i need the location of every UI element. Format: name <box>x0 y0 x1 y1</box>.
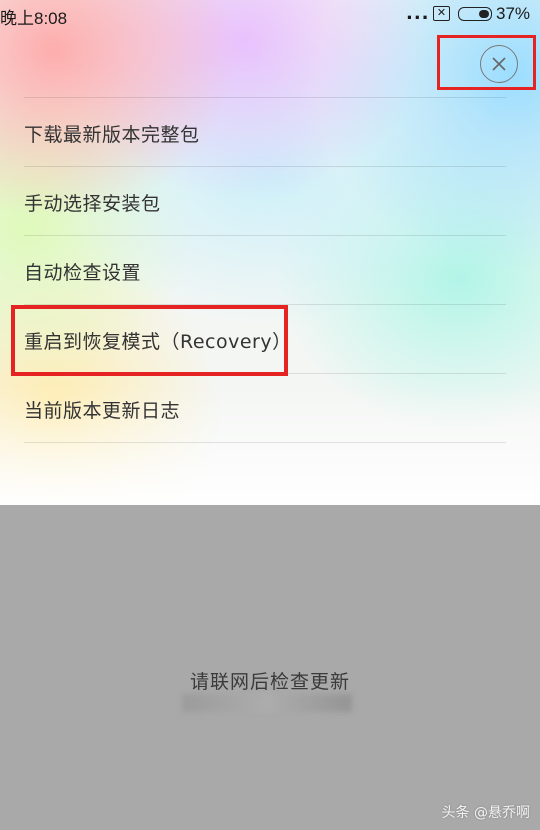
menu-item-label: 手动选择安装包 <box>24 192 161 215</box>
watermark: 头条 @悬乔啊 <box>441 805 530 821</box>
menu-item-label: 下载最新版本完整包 <box>24 123 200 146</box>
menu-item-label: 当前版本更新日志 <box>24 399 181 422</box>
blurred-text <box>182 694 352 712</box>
battery-fill <box>479 10 489 18</box>
highlight-box-recovery <box>11 305 288 376</box>
menu-item-changelog[interactable]: 当前版本更新日志 <box>24 374 506 443</box>
update-options-menu: 下载最新版本完整包 手动选择安装包 自动检查设置 重启到恢复模式（Recover… <box>24 97 506 443</box>
menu-item-label: 自动检查设置 <box>24 261 142 284</box>
menu-item-choose-package[interactable]: 手动选择安装包 <box>24 167 506 236</box>
sim-card-x-icon: ✕ <box>433 6 450 21</box>
battery-icon <box>458 7 492 21</box>
battery-percent: 37% <box>496 4 531 23</box>
highlight-box-close <box>437 35 536 90</box>
menu-item-download-full-package[interactable]: 下载最新版本完整包 <box>24 98 506 167</box>
network-check-message: 请联网后检查更新 <box>189 671 350 693</box>
status-time: 晚上8:08 <box>0 9 68 28</box>
status-bar: 晚上8:08 ... ✕ 37% <box>0 0 540 28</box>
more-dots-icon: ... <box>406 3 430 24</box>
menu-item-auto-check-settings[interactable]: 自动检查设置 <box>24 236 506 305</box>
